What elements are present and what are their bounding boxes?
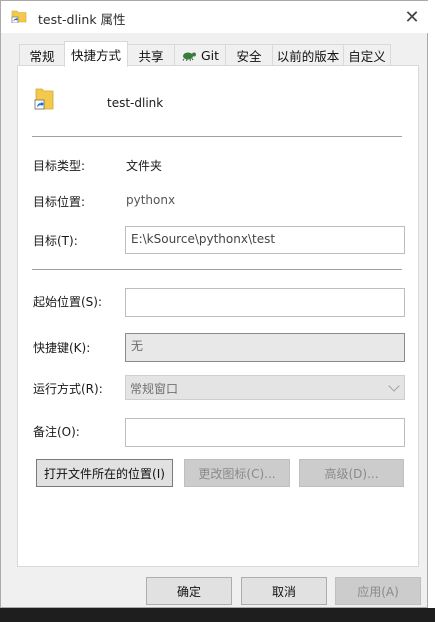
comment-field[interactable] bbox=[125, 418, 405, 447]
window-title: test-dlink 属性 bbox=[38, 12, 126, 27]
folder-shortcut-icon bbox=[34, 88, 54, 110]
run-label: 运行方式(R): bbox=[33, 382, 103, 396]
tortoise-git-icon bbox=[182, 52, 196, 61]
start-in-field[interactable] bbox=[125, 288, 405, 317]
start-in-label: 起始位置(S): bbox=[33, 295, 103, 309]
tab-previous-versions[interactable]: 以前的版本 bbox=[272, 44, 344, 65]
shortcut-name: test-dlink bbox=[107, 96, 164, 110]
ok-button[interactable]: 确定 bbox=[146, 577, 232, 605]
advanced-button[interactable]: 高级(D)... bbox=[299, 459, 404, 487]
hotkey-label: 快捷键(K): bbox=[33, 341, 91, 355]
tab-general[interactable]: 常规 bbox=[19, 44, 65, 65]
tab-shortcut[interactable]: 快捷方式 bbox=[64, 41, 128, 67]
tab-git[interactable]: Git bbox=[174, 44, 226, 65]
tab-sharing[interactable]: 共享 bbox=[127, 44, 175, 65]
separator bbox=[32, 136, 402, 137]
open-file-location-button[interactable]: 打开文件所在的位置(I) bbox=[36, 459, 173, 487]
folder-shortcut-icon bbox=[11, 10, 27, 23]
apply-button[interactable]: 应用(A) bbox=[335, 577, 421, 605]
properties-dialog: test-dlink 属性 ✕ 常规 快捷方式 共享 Git 安全 以前的版本 … bbox=[0, 0, 429, 608]
tab-label: 自定义 bbox=[348, 48, 386, 64]
separator bbox=[32, 269, 402, 270]
tab-customize[interactable]: 自定义 bbox=[343, 44, 391, 65]
target-location-value: pythonx bbox=[126, 193, 176, 207]
tab-label: 共享 bbox=[138, 48, 164, 64]
tab-label: 安全 bbox=[236, 48, 262, 64]
background-window-fragment bbox=[428, 0, 435, 622]
close-button[interactable]: ✕ bbox=[397, 3, 427, 31]
title-bar[interactable]: test-dlink 属性 ✕ bbox=[1, 1, 429, 33]
tab-label: 以前的版本 bbox=[276, 48, 340, 64]
tab-security[interactable]: 安全 bbox=[225, 44, 273, 65]
taskbar-fragment bbox=[0, 608, 435, 622]
hotkey-field[interactable]: 无 bbox=[125, 333, 405, 362]
tab-label: 快捷方式 bbox=[70, 48, 121, 63]
cancel-button[interactable]: 取消 bbox=[241, 577, 327, 605]
change-icon-button[interactable]: 更改图标(C)... bbox=[184, 459, 290, 487]
tab-label: 常规 bbox=[29, 48, 55, 64]
target-type-label: 目标类型: bbox=[33, 159, 86, 173]
chevron-down-icon bbox=[388, 380, 400, 392]
target-location-label: 目标位置: bbox=[33, 195, 86, 209]
tab-label: Git bbox=[200, 47, 220, 63]
close-icon: ✕ bbox=[404, 6, 420, 28]
run-select-value: 常规窗口 bbox=[130, 382, 179, 396]
run-select[interactable]: 常规窗口 bbox=[125, 375, 405, 400]
comment-label: 备注(O): bbox=[33, 425, 80, 439]
target-field[interactable]: E:\kSource\pythonx\test bbox=[125, 226, 405, 254]
target-type-value: 文件夹 bbox=[126, 159, 163, 173]
target-label: 目标(T): bbox=[33, 234, 78, 248]
